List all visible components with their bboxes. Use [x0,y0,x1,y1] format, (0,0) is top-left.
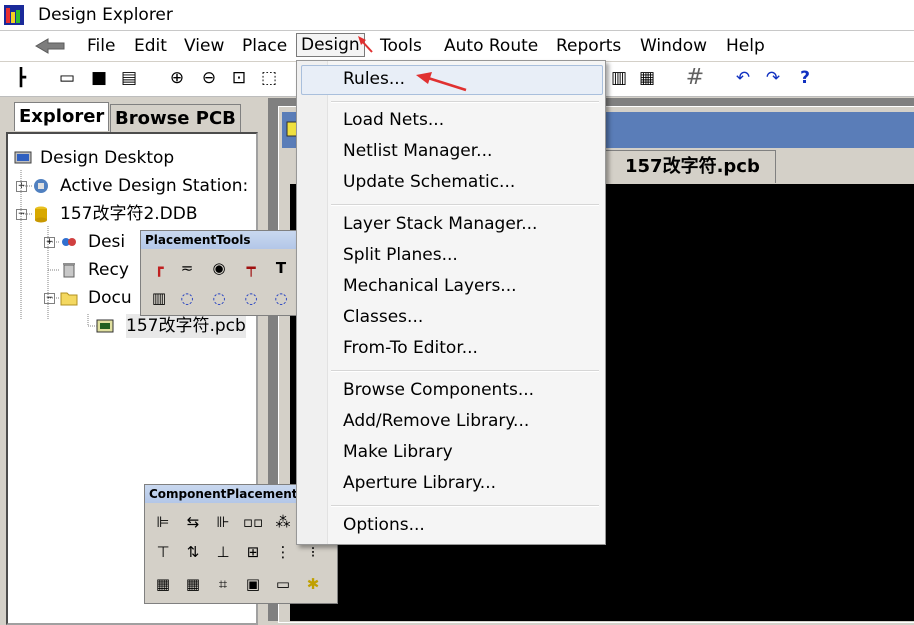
expand-icon[interactable]: + [16,181,27,192]
back-arrow-icon[interactable] [32,37,68,55]
menu-separator [331,101,599,103]
undo-icon[interactable]: ↶ [732,67,754,89]
increase-vertical-icon[interactable]: ⋮ [271,541,295,563]
menu-file[interactable]: File [83,35,119,57]
menu-item-layer-stack-manager[interactable]: Layer Stack Manager... [343,210,537,238]
menu-item-from-to-editor[interactable]: From-To Editor... [343,334,478,362]
arc-any-icon[interactable]: ◌ [239,287,263,309]
print-icon[interactable]: ▤ [118,67,140,89]
collapse-icon[interactable]: − [44,293,55,304]
expand-icon[interactable]: + [44,237,55,248]
zoom-fit-icon[interactable]: ⊡ [228,67,250,89]
desktop-icon [14,151,32,164]
menu-item-load-nets[interactable]: Load Nets... [343,106,444,134]
align-left-icon[interactable]: ⊫ [151,511,175,533]
align-grid-icon[interactable]: ▣ [241,573,265,595]
menu-item-split-planes[interactable]: Split Planes... [343,241,458,269]
menu-item-add-remove-library[interactable]: Add/Remove Library... [343,407,529,435]
grid-icon[interactable]: # [684,67,706,89]
place-track-icon[interactable]: ┏ [147,257,171,279]
save-icon[interactable]: ■ [88,67,110,89]
arrange-within-rect-icon[interactable]: ▦ [181,573,205,595]
full-circle-icon[interactable]: ◌ [269,287,293,309]
increase-horizontal-icon[interactable]: ⁂ [271,511,295,533]
redo-icon[interactable]: ↷ [762,67,784,89]
tree-toggle-icon[interactable]: ┣ [10,67,32,89]
arc-center-icon[interactable]: ◌ [175,287,199,309]
menu-design[interactable]: Design [296,33,365,57]
document-tab-label: 157改字符.pcb [625,156,760,177]
auto-place-icon[interactable]: ✱ [301,573,325,595]
menu-item-browse-components[interactable]: Browse Components... [343,376,534,404]
tree-item-label: Recy [88,260,129,280]
tree-item-label: Docu [88,288,132,308]
zoom-out-icon[interactable]: ⊖ [198,67,220,89]
place-pad-icon[interactable]: ◉ [207,257,231,279]
menu-item-netlist-manager[interactable]: Netlist Manager... [343,137,492,165]
menu-item-rules[interactable]: Rules... [343,65,405,93]
title-bar: Design Explorer [0,0,914,31]
place-component-icon[interactable]: ▥ [147,287,171,309]
arc-edge-icon[interactable]: ◌ [207,287,231,309]
menu-window[interactable]: Window [636,35,711,57]
app-icon [4,5,24,25]
menu-bar: File Edit View Place Design Tools Auto R… [0,31,914,61]
menu-edit[interactable]: Edit [130,35,171,57]
menu-icon-gutter [297,61,328,544]
tree-item-label: Desi [88,232,126,252]
align-right-icon[interactable]: ⊪ [211,511,235,533]
tree-item-label: 157改字符.pcb [126,314,246,338]
menu-item-mechanical-layers[interactable]: Mechanical Layers... [343,272,517,300]
menu-reports[interactable]: Reports [552,35,625,57]
align-middle-icon[interactable]: ⇅ [181,541,205,563]
menu-item-aperture-library[interactable]: Aperture Library... [343,469,496,497]
menu-auto-route[interactable]: Auto Route [440,35,542,57]
component-room-icon[interactable]: ▭ [271,573,295,595]
station-icon [34,179,48,193]
tab-pcb-document[interactable]: 157改字符.pcb [598,150,776,183]
placement-tools-toolbar: PlacementTools ┏ ≂ ◉ ┯ T ▥ ◌ ◌ ◌ ◌ [140,230,297,316]
open-folder-icon[interactable]: ▭ [56,67,78,89]
menu-separator [331,204,599,206]
database-icon [35,206,47,223]
menu-item-update-schematic[interactable]: Update Schematic... [343,168,515,196]
align-bottom-icon[interactable]: ⊥ [211,541,235,563]
folder-icon [60,292,78,306]
menu-tools[interactable]: Tools [376,35,426,57]
recycle-bin-icon [63,263,75,278]
window-title: Design Explorer [38,5,173,25]
zoom-area-icon[interactable]: ⬚ [258,67,280,89]
arrange-within-room-icon[interactable]: ▦ [151,573,175,595]
menu-place[interactable]: Place [238,35,291,57]
distribute-vertical-icon[interactable]: ⊞ [241,541,265,563]
menu-separator [331,505,599,507]
design-menu-dropdown: Rules... Load Nets... Netlist Manager...… [296,60,606,545]
place-string-icon[interactable]: T [269,257,293,279]
collapse-icon[interactable]: − [16,209,27,220]
place-line-icon[interactable]: ≂ [175,257,199,279]
menu-help[interactable]: Help [722,35,769,57]
menu-separator [331,370,599,372]
align-top-icon[interactable]: ⊤ [151,541,175,563]
tab-browse-pcb[interactable]: Browse PCB [110,104,241,133]
pcb-file-icon [96,319,114,333]
menu-item-make-library[interactable]: Make Library [343,438,453,466]
design-team-icon [62,238,76,246]
tree-item-label: Design Desktop [40,148,175,168]
menu-view[interactable]: View [180,35,228,57]
help-icon[interactable]: ? [794,67,816,89]
tree-item-label: 157改字符2.DDB [60,204,198,224]
align-center-icon[interactable]: ⇆ [181,511,205,533]
distribute-horizontal-icon[interactable]: ▫▫ [241,511,265,533]
place-via-icon[interactable]: ┯ [239,257,263,279]
menu-item-classes[interactable]: Classes... [343,303,423,331]
zoom-in-icon[interactable]: ⊕ [166,67,188,89]
placement-tools-title[interactable]: PlacementTools [141,231,296,249]
menu-item-options[interactable]: Options... [343,511,425,539]
tree-item-label: Active Design Station: [60,176,249,196]
library-icon[interactable]: ▥ [608,67,630,89]
browse-library-icon[interactable]: ▦ [636,67,658,89]
tab-explorer[interactable]: Explorer [14,102,110,131]
move-to-grid-icon[interactable]: ⌗ [211,573,235,595]
